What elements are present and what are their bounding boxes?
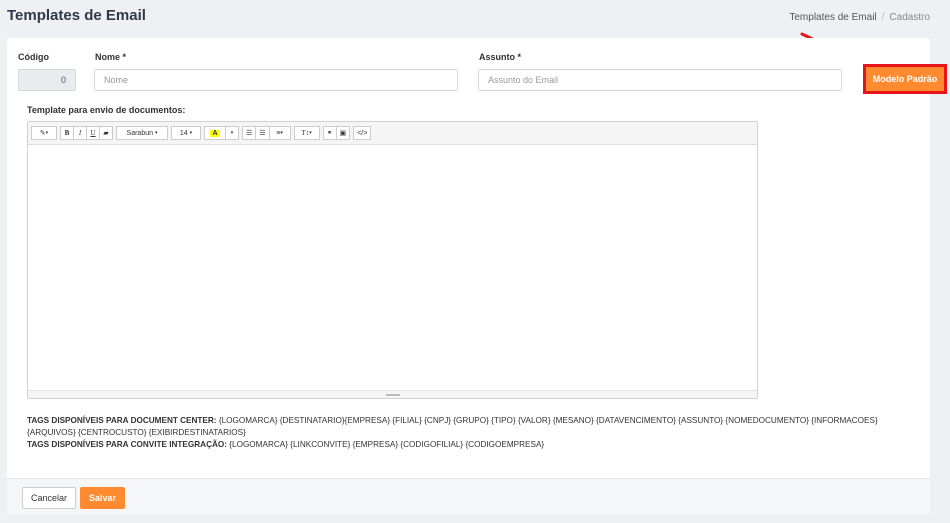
editor-toolbar: ✎ ▾ B I U ▰ Sarabun ▾ 14 ▾ A ▾ ☰ ☰ ≡ ▾ T… xyxy=(28,122,757,145)
nome-label: Nome * xyxy=(95,52,126,62)
grip-icon xyxy=(385,393,400,396)
breadcrumb-separator: / xyxy=(881,12,885,23)
tags-convite-values: {LOGOMARCA} {LINKCONVITE} {EMPRESA} {COD… xyxy=(229,440,545,449)
nome-label-text: Nome xyxy=(95,52,121,62)
code-view-button[interactable]: </> xyxy=(353,126,372,140)
editor-resize-handle[interactable] xyxy=(28,390,757,398)
tags-convite: TAGS DISPONÍVEIS PARA CONVITE INTEGRAÇÃO… xyxy=(27,439,907,451)
ordered-list-button[interactable]: ☰ xyxy=(242,126,257,140)
codigo-label: Código xyxy=(18,52,49,62)
color-dropdown[interactable]: ▾ xyxy=(225,126,239,140)
tags-document-center: TAGS DISPONÍVEIS PARA DOCUMENT CENTER: {… xyxy=(27,415,907,439)
cancel-button[interactable]: Cancelar xyxy=(22,487,76,509)
eraser-button[interactable]: ▰ xyxy=(99,126,113,140)
font-size-dropdown[interactable]: 14 ▾ xyxy=(171,126,201,140)
required-mark: * xyxy=(122,52,127,62)
font-name-dropdown[interactable]: Sarabun ▾ xyxy=(116,126,168,140)
tags-document-center-title: TAGS DISPONÍVEIS PARA DOCUMENT CENTER: xyxy=(27,416,217,425)
page-title: Templates de Email xyxy=(7,7,146,24)
italic-button[interactable]: I xyxy=(73,126,87,140)
nome-placeholder: Nome xyxy=(104,75,129,85)
breadcrumb-item-templates[interactable]: Templates de Email xyxy=(789,12,876,23)
chevron-down-icon: ▾ xyxy=(230,130,234,136)
form-footer: Cancelar Salvar xyxy=(7,478,930,514)
line-height-dropdown[interactable]: T↕ ▾ xyxy=(293,126,320,140)
align-dropdown[interactable]: ≡ ▾ xyxy=(268,126,291,140)
assunto-label-text: Assunto xyxy=(479,52,515,62)
template-label: Template para envio de documentos: xyxy=(27,105,186,115)
breadcrumb-item-cadastro: Cadastro xyxy=(889,12,930,23)
underline-button[interactable]: U xyxy=(86,126,100,140)
font-size-value: 14 xyxy=(179,129,188,137)
breadcrumb: Templates de Email / Cadastro xyxy=(789,12,930,23)
assunto-placeholder: Assunto do Email xyxy=(488,75,559,85)
bold-button[interactable]: B xyxy=(60,126,74,140)
ordered-list-icon: ☰ xyxy=(246,130,253,137)
image-button[interactable]: ▣ xyxy=(335,126,351,140)
tags-convite-title: TAGS DISPONÍVEIS PARA CONVITE INTEGRAÇÃO… xyxy=(27,440,227,449)
nome-input[interactable]: Nome xyxy=(94,69,458,91)
assunto-label: Assunto * xyxy=(479,52,521,62)
chevron-down-icon: ▾ xyxy=(280,130,283,136)
editor-content-area[interactable] xyxy=(28,145,757,390)
assunto-input[interactable]: Assunto do Email xyxy=(478,69,842,91)
font-name-value: Sarabun xyxy=(126,129,153,137)
chevron-down-icon: ▾ xyxy=(45,130,49,136)
image-icon: ▣ xyxy=(339,130,347,137)
italic-icon: I xyxy=(78,129,82,137)
required-mark: * xyxy=(517,52,522,62)
code-icon: </> xyxy=(357,129,368,137)
codigo-value: 0 xyxy=(60,75,66,85)
link-icon: ⚭ xyxy=(326,130,333,137)
text-color-button[interactable]: A xyxy=(204,126,226,140)
tags-info: TAGS DISPONÍVEIS PARA DOCUMENT CENTER: {… xyxy=(27,415,907,451)
underline-icon: U xyxy=(90,129,96,137)
chevron-down-icon: ▾ xyxy=(154,130,158,136)
rich-text-editor: ✎ ▾ B I U ▰ Sarabun ▾ 14 ▾ A ▾ ☰ ☰ ≡ ▾ T… xyxy=(27,121,758,399)
font-color-icon: A xyxy=(210,129,220,137)
chevron-down-icon: ▾ xyxy=(309,131,312,136)
link-button[interactable]: ⚭ xyxy=(322,126,337,140)
chevron-down-icon: ▾ xyxy=(189,130,193,136)
style-dropdown[interactable]: ✎ ▾ xyxy=(31,126,57,140)
save-button[interactable]: Salvar xyxy=(80,487,125,509)
eraser-icon: ▰ xyxy=(103,130,109,137)
unordered-list-icon: ☰ xyxy=(259,130,266,137)
unordered-list-button[interactable]: ☰ xyxy=(255,126,270,140)
codigo-field: 0 xyxy=(18,69,76,91)
modelo-padrao-button[interactable]: Modelo Padrão xyxy=(863,64,947,94)
form-card: Código 0 Nome * Nome Assunto * Assunto d… xyxy=(7,38,930,514)
text-height-icon: T↕ xyxy=(301,129,310,137)
bold-icon: B xyxy=(64,129,70,137)
